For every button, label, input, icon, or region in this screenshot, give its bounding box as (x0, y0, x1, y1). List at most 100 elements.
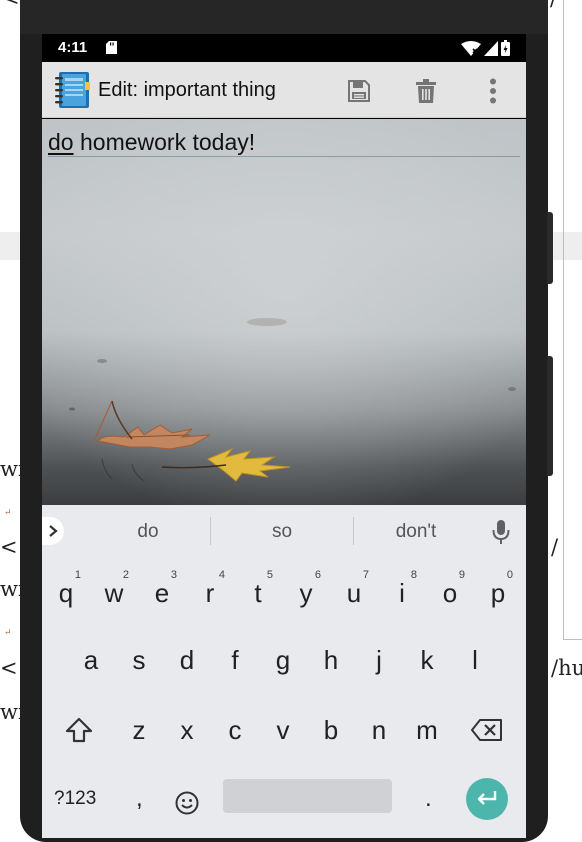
smiley-face-icon (175, 791, 199, 815)
signal-icon (484, 40, 498, 56)
key-r[interactable]: r4 (189, 567, 231, 619)
key-hint: 9 (458, 569, 465, 581)
suggestion-divider (353, 517, 354, 545)
key-hint: 5 (266, 569, 273, 581)
phone-frame: 4:11 Edit: important thing do homework t… (20, 0, 553, 842)
phone-top-bezel (20, 0, 548, 34)
more-options-button[interactable] (478, 76, 508, 106)
key-label: w (104, 577, 124, 608)
key-o[interactable]: o9 (429, 567, 471, 619)
wifi-icon (461, 40, 481, 56)
suggestion-divider (210, 517, 211, 545)
key-h[interactable]: h (310, 634, 352, 686)
shift-arrow-icon (65, 717, 93, 743)
period-key[interactable]: . (425, 785, 432, 813)
background-text: < (0, 535, 18, 559)
save-button[interactable] (344, 76, 374, 106)
phone-screen: 4:11 Edit: important thing do homework t… (42, 34, 526, 838)
key-b[interactable]: b (310, 704, 352, 756)
suggestion-1[interactable]: do (88, 521, 208, 543)
key-hint: 0 (506, 569, 513, 581)
enter-arrow-icon (477, 791, 497, 805)
background-text: /hu (551, 656, 582, 680)
key-hint: 2 (122, 569, 129, 581)
overflow-menu-icon (490, 78, 496, 104)
key-k[interactable]: k (406, 634, 448, 686)
key-m[interactable]: m (406, 704, 448, 756)
enter-key[interactable] (466, 778, 508, 820)
key-label: r (205, 577, 215, 608)
key-t[interactable]: t5 (237, 567, 279, 619)
key-label: q (58, 577, 74, 608)
key-label: t (254, 577, 262, 608)
backspace-key[interactable] (464, 704, 510, 756)
key-hint: 4 (218, 569, 225, 581)
key-p[interactable]: p0 (477, 567, 519, 619)
key-n[interactable]: n (358, 704, 400, 756)
power-button[interactable] (547, 356, 553, 476)
key-label: y (299, 577, 313, 608)
suggestion-3[interactable]: don't (356, 521, 476, 543)
key-l[interactable]: l (454, 634, 496, 686)
emoji-key[interactable] (172, 788, 202, 818)
background-text: < (0, 656, 18, 680)
paragraph-mark: ↵ (4, 628, 12, 638)
shift-key[interactable] (56, 704, 102, 756)
status-time: 4:11 (58, 39, 88, 56)
key-s[interactable]: s (118, 634, 160, 686)
key-j[interactable]: j (358, 634, 400, 686)
background-text: < (2, 0, 20, 10)
key-e[interactable]: e3 (141, 567, 183, 619)
key-hint: 6 (314, 569, 321, 581)
note-editor[interactable]: do homework today! (42, 119, 526, 505)
symbols-key[interactable]: ?123 (54, 788, 96, 810)
on-screen-keyboard: do so don't q1 w2 e3 r4 t5 y6 u7 i8 o9 p (42, 505, 526, 838)
autumn-leaves-background-image (42, 119, 526, 505)
volume-button[interactable] (547, 212, 553, 284)
background-frame (563, 0, 582, 640)
trash-icon (416, 79, 436, 103)
key-y[interactable]: y6 (285, 567, 327, 619)
key-hint: 1 (74, 569, 81, 581)
suggestion-2[interactable]: so (222, 521, 342, 543)
key-g[interactable]: g (262, 634, 304, 686)
suggestion-strip: do so don't (42, 505, 526, 555)
note-text-field[interactable]: do homework today! (48, 128, 520, 157)
background-text: / (550, 0, 557, 10)
app-bar: Edit: important thing (42, 62, 526, 118)
delete-button[interactable] (411, 76, 441, 106)
paragraph-mark: ↵ (4, 508, 12, 518)
note-text-rest: homework today! (73, 129, 256, 155)
status-bar: 4:11 (42, 34, 526, 62)
key-d[interactable]: d (166, 634, 208, 686)
key-label: p (490, 577, 506, 608)
microphone-icon[interactable] (492, 520, 510, 544)
key-f[interactable]: f (214, 634, 256, 686)
key-z[interactable]: z (118, 704, 160, 756)
key-i[interactable]: i8 (381, 567, 423, 619)
notebook-logo-icon (55, 72, 90, 108)
battery-icon (501, 40, 510, 56)
key-label: e (154, 577, 170, 608)
suggestions-expand-button[interactable] (42, 517, 64, 545)
key-hint: 3 (170, 569, 177, 581)
key-hint: 7 (362, 569, 369, 581)
key-c[interactable]: c (214, 704, 256, 756)
key-label: i (399, 577, 405, 608)
status-icons (461, 40, 510, 56)
key-q[interactable]: q1 (45, 567, 87, 619)
page-title: Edit: important thing (98, 79, 276, 101)
key-label: u (346, 577, 362, 608)
key-w[interactable]: w2 (93, 567, 135, 619)
key-v[interactable]: v (262, 704, 304, 756)
background-text: / (551, 535, 559, 559)
space-bar[interactable] (223, 779, 392, 813)
key-label: o (442, 577, 458, 608)
sd-card-icon (106, 41, 117, 54)
backspace-icon (471, 719, 502, 741)
chevron-right-icon (49, 525, 58, 537)
key-x[interactable]: x (166, 704, 208, 756)
comma-key[interactable]: , (136, 785, 143, 813)
key-u[interactable]: u7 (333, 567, 375, 619)
key-a[interactable]: a (70, 634, 112, 686)
